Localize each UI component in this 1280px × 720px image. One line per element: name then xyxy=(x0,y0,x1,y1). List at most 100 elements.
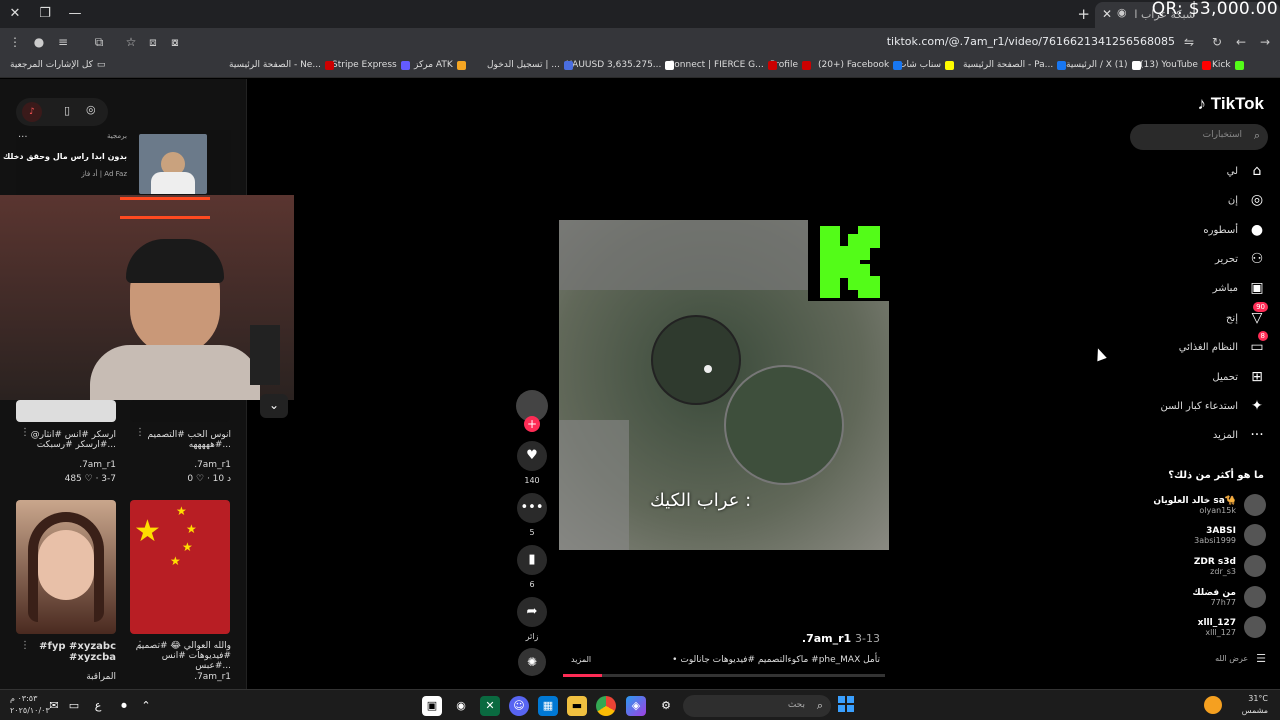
file-explorer-icon[interactable]: ▬ xyxy=(567,696,587,716)
bookmark-item[interactable]: (20+) Facebook xyxy=(818,60,903,70)
suggested-account[interactable]: خالد العلويان sa🐪 olyan15k xyxy=(1153,492,1266,518)
start-button[interactable] xyxy=(836,696,856,716)
display-icon[interactable]: ▭ xyxy=(64,696,84,716)
card-author[interactable]: .7am_r1 xyxy=(131,460,231,470)
nav-item[interactable]: إنح ▽ 90 xyxy=(1226,302,1268,329)
avatar[interactable] xyxy=(1244,586,1266,608)
save-action[interactable]: ▮ 6 xyxy=(514,545,550,589)
nav-item[interactable]: مباشر ▣ xyxy=(1213,277,1266,299)
heart-icon[interactable]: ♥ xyxy=(517,441,547,471)
copilot-icon[interactable]: ◈ xyxy=(626,696,646,716)
bookmark-item[interactable]: سناب شات xyxy=(898,60,955,70)
card-author[interactable]: .7am_r1 xyxy=(16,460,116,470)
tiktok-mini-icon[interactable]: ♪ xyxy=(22,102,42,122)
nav-item[interactable]: إن ◎ xyxy=(1228,189,1266,211)
video-progress[interactable] xyxy=(563,674,885,677)
bookmark-item[interactable]: مركز ATK xyxy=(414,60,466,70)
site-settings-icon[interactable]: ⇋ xyxy=(1180,33,1198,51)
suggested-account[interactable]: من فضلك 77h77 xyxy=(1192,584,1266,610)
card-title[interactable]: @ارسكر #انس #انثار #ارسكر #رسبكت... xyxy=(16,430,116,450)
app-icon[interactable]: ◉ xyxy=(451,696,471,716)
bookmark-item[interactable]: الصفحة الرئيسية - Ne... xyxy=(229,60,334,70)
bookmark-item[interactable]: الرئيسية / X (1) xyxy=(1066,60,1141,70)
search-icon[interactable]: ⌕ xyxy=(817,699,823,713)
speaker-icon[interactable]: ◉ xyxy=(1117,6,1127,19)
tray-expand-icon[interactable]: ⌃ xyxy=(136,696,156,716)
bookmark-item[interactable]: الصفحة الرئيسية - Pa... xyxy=(963,60,1067,70)
bookmarks-folder[interactable]: كل الإشارات المرجعية ▭ xyxy=(10,60,105,70)
tiktok-logo[interactable]: ♪ TikTok xyxy=(1198,94,1264,114)
bookmark-item[interactable]: XAUUSD 3,635.275... xyxy=(566,60,675,70)
card-title[interactable]: انوس الحب #التصميم #هههههه... xyxy=(131,430,231,450)
share-icon[interactable]: ➦ xyxy=(517,597,547,627)
language-indicator[interactable]: ع xyxy=(88,696,108,716)
card-title[interactable]: والله العوالي 😂 #تصميم #فيديوهات #انس #ع… xyxy=(131,641,231,671)
suggested-account[interactable]: ZDR s3d zdr_s3 xyxy=(1194,553,1266,579)
music-disc[interactable]: ✺ xyxy=(514,648,550,676)
reload-icon[interactable]: ↻ xyxy=(1208,33,1226,51)
profile-icon[interactable]: ● xyxy=(30,33,48,51)
bookmark-item[interactable]: Stripe Express xyxy=(332,60,410,70)
bookmark-item[interactable]: Kick xyxy=(1212,60,1244,70)
phone-icon[interactable]: ▯ xyxy=(64,104,70,117)
video-thumbnail[interactable] xyxy=(16,500,116,634)
ad-card[interactable]: ··· برمجية بدون ابدا راس مال وحقق دخلك أ… xyxy=(3,130,231,195)
bookmark-star-icon[interactable]: ☆ xyxy=(122,33,140,51)
bookmark-item[interactable]: (13) YouTube xyxy=(1140,60,1211,70)
share-action[interactable]: ➦ زائر xyxy=(514,597,550,641)
bookmark-item[interactable]: تسجيل الدخول | ... xyxy=(487,60,573,70)
nav-item[interactable]: لي ⌂ xyxy=(1227,160,1266,182)
comment-action[interactable]: ••• 5 xyxy=(514,493,550,537)
nav-item[interactable]: تحميل ⊞ xyxy=(1212,366,1266,388)
search-icon[interactable]: ⌕ xyxy=(1254,129,1260,143)
screenshot-icon[interactable]: ⧈ xyxy=(144,33,162,51)
comment-icon[interactable]: ••• xyxy=(517,493,547,523)
install-app-icon[interactable]: ⧇ xyxy=(166,33,184,51)
video-author[interactable]: .7am_r1 3-13 xyxy=(802,632,880,645)
music-disc-icon[interactable]: ✺ xyxy=(518,648,546,676)
search-input[interactable]: استخبارات ⌕ xyxy=(1130,124,1268,150)
back-icon[interactable]: → xyxy=(1256,33,1274,51)
chrome-icon[interactable] xyxy=(596,696,616,716)
discord-icon[interactable]: ☺ xyxy=(509,696,529,716)
avatar[interactable] xyxy=(1244,524,1266,546)
card-more-icon[interactable]: ⋮ xyxy=(135,427,145,438)
card-more-icon[interactable]: ⋮ xyxy=(20,427,30,438)
store-icon[interactable]: ▦ xyxy=(538,696,558,716)
follow-plus-icon[interactable]: + xyxy=(524,416,540,432)
new-tab-button[interactable]: + xyxy=(1077,5,1090,23)
taskbar-search[interactable]: بحث ⌕ xyxy=(683,695,831,717)
weather-widget[interactable]: 31°C مشمس xyxy=(1242,693,1268,717)
card-more-icon[interactable]: ⋮ xyxy=(135,640,145,651)
tab-close-icon[interactable]: ✕ xyxy=(1099,6,1115,22)
avatar[interactable] xyxy=(1244,555,1266,577)
bookmark-icon[interactable]: ▮ xyxy=(517,545,547,575)
app-icon[interactable]: ✕ xyxy=(480,696,500,716)
nav-item[interactable]: أسطوره ● xyxy=(1203,219,1266,241)
bookmark-item[interactable]: Connect | FIERCE G... xyxy=(668,60,777,70)
like-action[interactable]: ♥ 140 xyxy=(514,441,550,485)
notification-icon[interactable]: ✉ xyxy=(44,696,64,716)
app-icon[interactable]: ▣ xyxy=(422,696,442,716)
scroll-down-button[interactable]: ⌄ xyxy=(260,394,288,418)
settings-icon[interactable]: ⚙ xyxy=(656,696,676,716)
suggested-account[interactable]: xlll_127 xlll_127 xyxy=(1198,614,1266,640)
reading-list-icon[interactable]: ≡ xyxy=(54,33,72,51)
card-title[interactable]: #fyp #xyzabc #xyzcba xyxy=(16,641,116,663)
avatar[interactable] xyxy=(1244,494,1266,516)
nav-item[interactable]: النظام الغذائي ▭ 8 xyxy=(1179,331,1268,358)
video-thumbnail[interactable] xyxy=(16,400,116,422)
video-thumbnail[interactable] xyxy=(130,400,230,422)
video-thumbnail[interactable]: ★ ★ ★ ★ ★ xyxy=(130,500,230,634)
nav-item[interactable]: تحرير ⚇ xyxy=(1215,248,1266,270)
avatar[interactable] xyxy=(1244,616,1266,638)
compass-icon[interactable]: ◎ xyxy=(86,103,96,116)
forward-icon[interactable]: ← xyxy=(1232,33,1250,51)
restore-window-icon[interactable]: ❐ xyxy=(34,4,56,24)
nav-item[interactable]: المزيد ··· xyxy=(1213,424,1266,446)
card-more-icon[interactable]: ⋮ xyxy=(20,640,30,651)
mic-icon[interactable]: ⏺ xyxy=(114,696,134,716)
address-bar[interactable]: tiktok.com/@.7am_r1/video/76166213412565… xyxy=(887,35,1175,48)
suggested-account[interactable]: 3ABSI 3absi1999 xyxy=(1194,522,1266,548)
close-window-icon[interactable]: ✕ xyxy=(4,4,26,24)
